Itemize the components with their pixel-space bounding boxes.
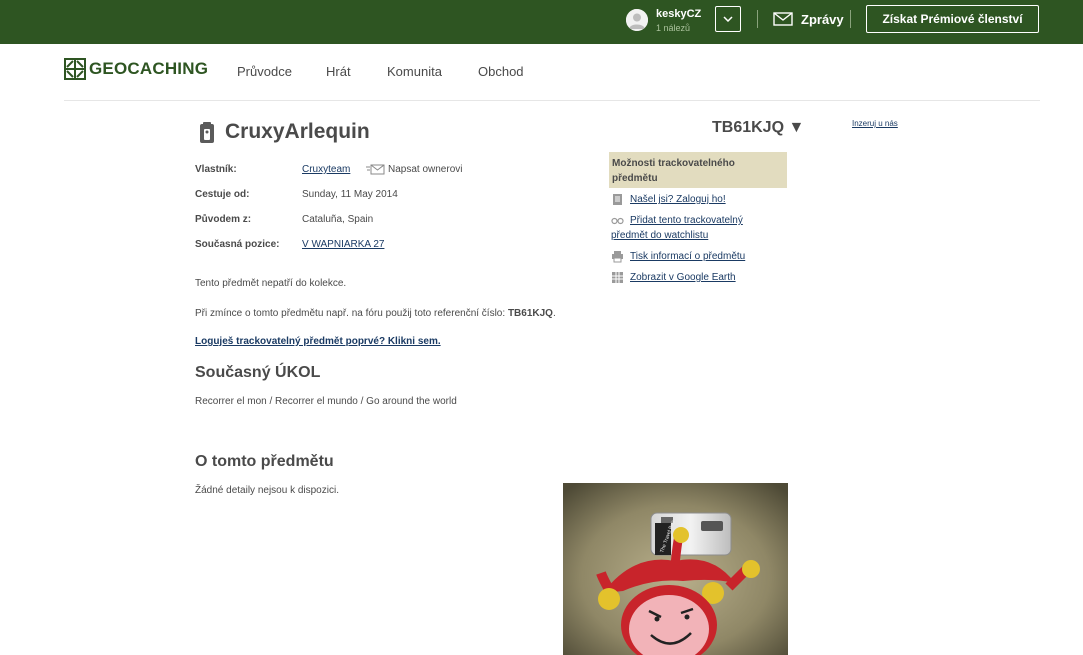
nav-item-guide[interactable]: Průvodce [237, 64, 292, 79]
nav-divider [64, 100, 1040, 101]
reference-code: TB61KJQ [507, 308, 553, 319]
user-avatar[interactable] [626, 9, 648, 31]
origin-value: Cataluña, Spain [302, 214, 374, 225]
geocaching-logo[interactable]: GEOCACHING [64, 58, 208, 80]
nav-item-shop[interactable]: Obchod [478, 64, 524, 79]
tracking-code-dropdown[interactable]: TB61KJQ ▼ [712, 119, 804, 137]
option-google-earth[interactable]: Zobrazit v Google Earth [611, 270, 736, 285]
nav-item-community[interactable]: Komunita [387, 64, 442, 79]
username[interactable]: keskyCZ [656, 8, 701, 20]
travel-since-label: Cestuje od: [195, 189, 250, 200]
find-count: 1 nálezů [656, 23, 691, 33]
option-log-label: Našel jsi? Zaloguj ho! [630, 194, 726, 205]
trackable-photo-image: The Travel Bug [563, 483, 788, 655]
user-menu-button[interactable] [715, 6, 741, 32]
map-icon [612, 271, 623, 283]
option-log-trackable[interactable]: Našel jsi? Zaloguj ho! [611, 192, 726, 207]
reference-suffix: . [552, 308, 556, 319]
trackable-name: CruxyArlequin [225, 120, 370, 143]
chevron-down-icon [723, 16, 733, 22]
first-log-link[interactable]: Loguješ trackovatelný předmět poprvé? Kl… [195, 336, 441, 347]
reference-prefix: Při zmínce o tomto předmětu např. na fór… [195, 308, 508, 319]
divider [757, 10, 758, 28]
option-add-watchlist[interactable]: Přidat tento trackovatelný předmět do wa… [611, 213, 743, 243]
current-position-label: Současná pozice: [195, 239, 280, 250]
options-title-line-2: předmětu [612, 173, 658, 184]
envelope-icon[interactable] [773, 12, 793, 26]
printer-icon [612, 250, 623, 263]
trackable-photo[interactable]: The Travel Bug [563, 483, 788, 655]
about-text: Žádné detaily nejsou k dispozici. [195, 485, 339, 496]
about-heading: O tomto předmětu [195, 453, 334, 470]
owner-label: Vlastník: [195, 164, 237, 175]
advertise-link[interactable]: Inzeruj u nás [852, 119, 898, 128]
option-earth-label: Zobrazit v Google Earth [630, 272, 736, 283]
current-goal-heading: Současný ÚKOL [195, 364, 321, 381]
tracking-code: TB61KJQ [712, 119, 785, 136]
get-premium-button[interactable]: Získat Prémiové členství [866, 5, 1039, 33]
origin-label: Původem z: [195, 214, 252, 225]
reference-note: Při zmínce o tomto předmětu např. na fór… [195, 308, 556, 319]
travel-bug-icon [200, 122, 214, 143]
options-title-line-1: Možnosti trackovatelného [612, 158, 735, 169]
option-print[interactable]: Tisk informací o předmětu [611, 249, 745, 264]
messages-link[interactable]: Zprávy [801, 12, 844, 27]
nav-item-play[interactable]: Hrát [326, 64, 351, 79]
travel-since-value: Sunday, 11 May 2014 [302, 189, 398, 200]
mail-icon[interactable] [366, 164, 385, 175]
logbook-icon [613, 193, 622, 205]
owner-link[interactable]: Cruxyteam [302, 164, 350, 175]
option-watch-label-2: předmět do watchlistu [611, 230, 709, 241]
option-print-label: Tisk informací o předmětu [630, 251, 746, 262]
collection-note: Tento předmět nepatří do kolekce. [195, 278, 347, 289]
option-watch-label-1: Přidat tento trackovatelný [630, 215, 743, 226]
trackable-options-header: Možnosti trackovatelného předmětu [609, 152, 787, 188]
glasses-icon [611, 217, 624, 224]
geocaching-logo-icon [64, 58, 86, 80]
avatar-icon [626, 9, 648, 31]
caret-down-icon: ▼ [788, 119, 805, 136]
logo-text: GEOCACHING [89, 59, 209, 78]
current-goal-text: Recorrer el mon / Recorrer el mundo / Go… [195, 396, 457, 407]
current-position-link[interactable]: V WAPNIARKA 27 [302, 239, 384, 250]
top-bar: keskyCZ 1 nálezů Zprávy Získat Prémiové … [0, 0, 1083, 44]
divider [850, 10, 851, 28]
message-owner-link[interactable]: Napsat ownerovi [388, 164, 462, 175]
